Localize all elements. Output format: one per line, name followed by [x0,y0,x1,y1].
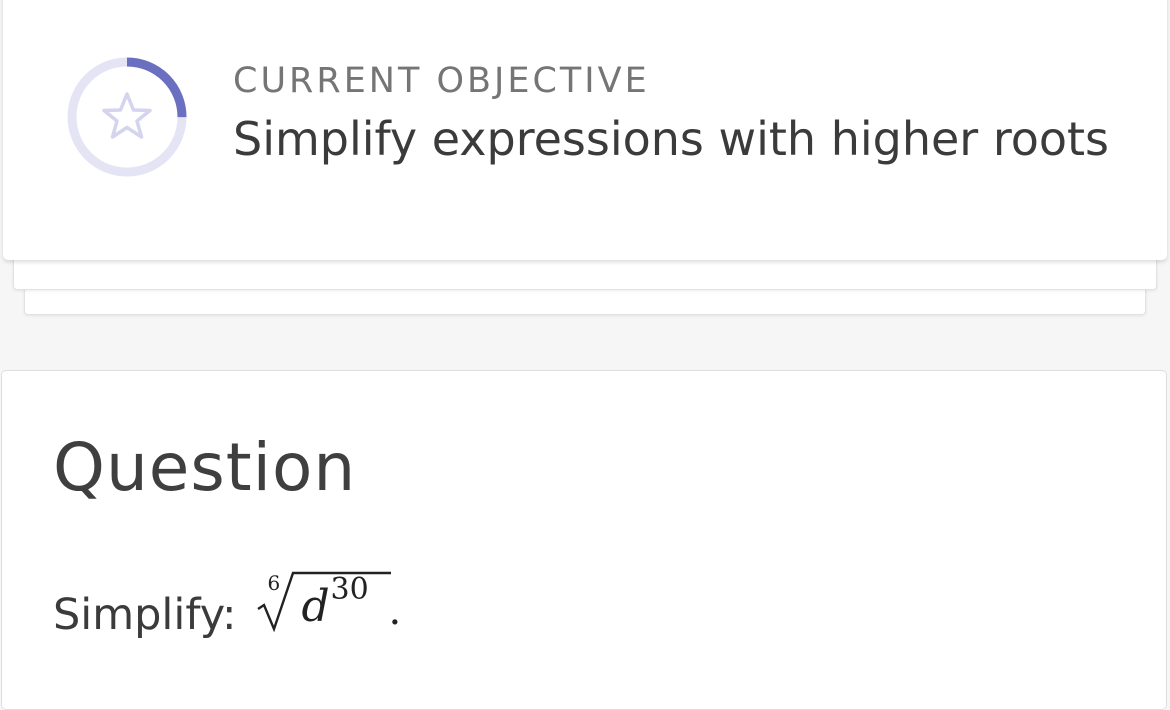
trailing-period: . [388,588,402,634]
question-card: Question Simplify: 6 d 30 . [1,370,1167,710]
radicand-exponent: 30 [330,572,369,607]
objective-title: Simplify expressions with higher roots [233,112,1110,166]
question-prompt: Simplify: 6 d 30 . [53,567,405,637]
objective-eyebrow-label: CURRENT OBJECTIVE [233,61,650,101]
current-objective-card: CURRENT OBJECTIVE Simplify expressions w… [3,0,1167,260]
star-icon [102,92,152,139]
question-heading: Question [53,429,357,506]
radicand-base: d [301,581,330,632]
objective-progress-ring [67,57,187,177]
prompt-label: Simplify: [53,590,237,640]
math-expression: 6 d 30 . [255,571,405,637]
root-index: 6 [267,571,281,595]
